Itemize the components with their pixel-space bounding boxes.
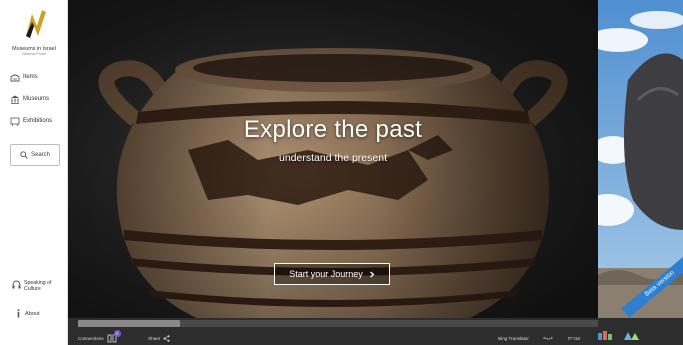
connections-label: Connections [78,335,104,341]
share-icon [163,334,170,342]
about-link[interactable]: About [16,309,40,318]
connections-icon: 0 [107,329,121,343]
partner-logo-1-icon[interactable] [596,330,616,342]
nav-item-items[interactable]: Items [10,72,38,82]
info-icon [17,309,20,318]
speaking-of-culture-label: Speaking of Culture [24,280,52,292]
search-label: Search [30,152,50,158]
chevron-right-icon [369,271,375,277]
speaking-of-culture-link[interactable]: Speaking of Culture [12,280,54,292]
nav-item-museums[interactable]: Museums [10,94,49,104]
share-button[interactable]: Share [148,332,170,344]
hebrew-label: עברית [568,335,581,341]
brand-subtitle: National Portal [22,52,46,56]
arabic-label: عربية [543,335,554,340]
nav-item-label: Items [23,74,38,80]
search-icon [20,151,28,159]
nav-item-exhibitions[interactable]: Exhibitions [10,116,52,126]
headphones-icon [12,280,21,289]
carousel-scroll-thumb[interactable] [78,320,180,327]
start-journey-button[interactable]: Start your Journey [274,263,390,285]
bottom-bar: Connections 0 Share Bing Translator عربي… [68,318,683,345]
connections-button[interactable]: Connections 0 [78,329,121,344]
brand: Museums in Israel National Portal [4,46,64,57]
partner-logo-2-icon[interactable] [622,330,642,342]
exhibitions-icon [10,116,20,126]
bing-translator-link[interactable]: Bing Translator [498,332,529,344]
connections-count-badge: 0 [113,329,121,337]
museums-logo-icon[interactable] [22,6,50,42]
partner-logos [596,330,642,342]
sidebar: Museums in Israel National Portal Items … [0,0,68,345]
hero-title: Explore the past [243,116,423,143]
hero-subtitle: understand the present [279,152,387,164]
bing-translator-label: Bing Translator [498,335,529,341]
search-button[interactable]: Search [10,144,60,166]
start-journey-label: Start your Journey [289,269,363,279]
next-slide-preview[interactable]: Beta version [598,0,683,318]
language-hebrew-link[interactable]: עברית [568,332,580,344]
hero-slide: Explore the past understand the present … [68,0,598,318]
nav-item-label: Museums [23,96,50,102]
about-label: About [25,310,40,317]
share-label: Share [148,335,161,341]
items-icon [10,72,20,82]
nav-item-label: Exhibitions [23,118,53,124]
language-arabic-link[interactable]: عربية [543,332,553,344]
museum-building-icon [10,94,20,104]
